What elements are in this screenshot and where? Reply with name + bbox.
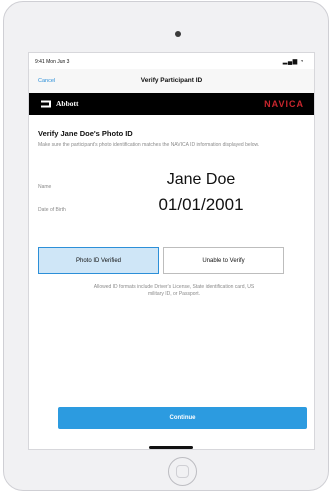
status-bar: 9:41 Mon Jun 3 ▂▄▆ ◔ [29, 53, 314, 69]
continue-button[interactable]: Continue [58, 407, 307, 429]
allowed-formats-note: Allowed ID formats include Driver's Lice… [93, 284, 255, 297]
unable-to-verify-button[interactable]: Unable to Verify [163, 247, 284, 274]
status-time: 9:41 Mon Jun 3 [35, 59, 70, 65]
instructions-text: Make sure the participant's photo identi… [38, 142, 260, 148]
home-button[interactable] [168, 457, 197, 486]
app-screen: 9:41 Mon Jun 3 ▂▄▆ ◔ Cancel Verify Parti… [28, 52, 315, 450]
name-label: Name [38, 184, 52, 190]
photo-id-verified-button[interactable]: Photo ID Verified [38, 247, 159, 274]
tablet-frame: 9:41 Mon Jun 3 ▂▄▆ ◔ Cancel Verify Parti… [3, 1, 329, 491]
navigation-bar: Cancel Verify Participant ID [29, 69, 314, 94]
home-button-icon [176, 465, 189, 478]
page-title: Verify Participant ID [140, 77, 203, 84]
name-value: Jane Doe [166, 171, 236, 188]
abbott-logo-icon [40, 100, 52, 108]
abbott-wordmark: Abbott [56, 99, 79, 108]
verify-heading: Verify Jane Doe's Photo ID [38, 129, 133, 138]
signal-wifi-icon: ▂▄▆ ◔ [282, 59, 304, 65]
home-indicator [149, 446, 193, 449]
brand-header: Abbott NAVICA [29, 93, 314, 115]
front-camera [175, 31, 181, 37]
dob-label: Date of Birth [38, 207, 66, 213]
dob-value: 01/01/2001 [158, 195, 244, 214]
navica-wordmark: NAVICA [264, 99, 304, 109]
